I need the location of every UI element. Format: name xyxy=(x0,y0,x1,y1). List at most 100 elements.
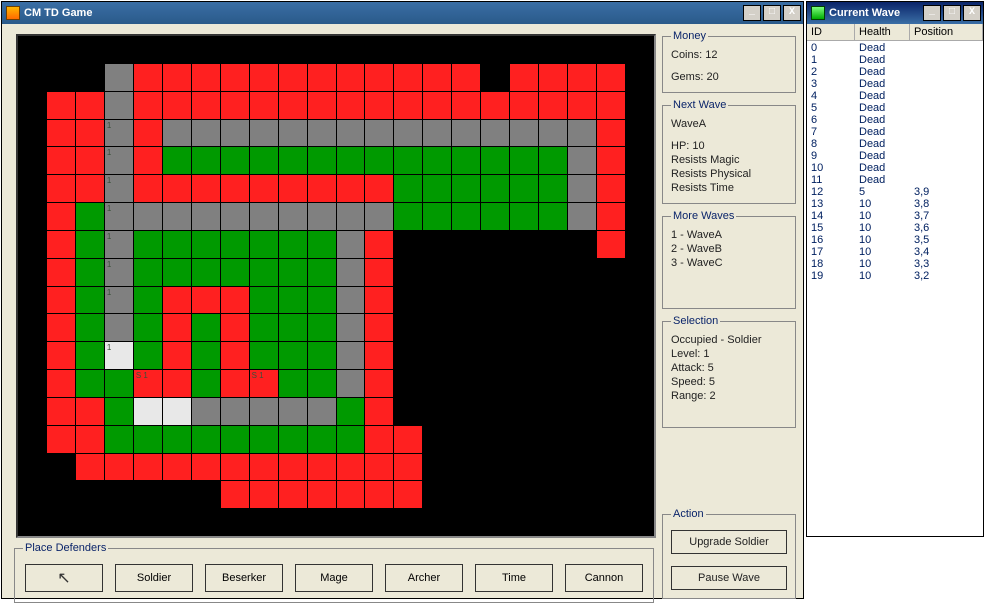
grid-cell[interactable] xyxy=(221,64,249,91)
grid-cell[interactable] xyxy=(337,454,365,481)
grid-cell[interactable] xyxy=(76,314,104,341)
grid-cell[interactable] xyxy=(163,147,191,174)
grid-cell[interactable] xyxy=(626,36,654,63)
grid-cell[interactable] xyxy=(510,175,538,202)
grid-cell[interactable] xyxy=(18,370,46,397)
grid-cell[interactable] xyxy=(192,454,220,481)
grid-cell[interactable] xyxy=(250,398,278,425)
grid-cell[interactable] xyxy=(365,370,393,397)
grid-cell[interactable] xyxy=(279,454,307,481)
grid-cell[interactable] xyxy=(539,426,567,453)
list-item[interactable]: 4Dead xyxy=(807,90,983,102)
grid-cell[interactable] xyxy=(279,342,307,369)
list-item[interactable]: 7Dead xyxy=(807,126,983,138)
grid-cell[interactable] xyxy=(18,314,46,341)
maximize-icon[interactable]: □ xyxy=(763,5,781,21)
grid-cell[interactable] xyxy=(308,370,336,397)
grid-cell[interactable] xyxy=(221,147,249,174)
grid-cell[interactable] xyxy=(163,64,191,91)
grid-cell[interactable] xyxy=(250,231,278,258)
close-icon[interactable]: X xyxy=(783,5,801,21)
grid-cell[interactable] xyxy=(423,120,451,147)
grid-cell[interactable] xyxy=(105,314,133,341)
archer-button[interactable]: Archer xyxy=(385,564,463,592)
grid-cell[interactable] xyxy=(626,147,654,174)
grid-cell[interactable] xyxy=(134,454,162,481)
grid-cell[interactable] xyxy=(568,259,596,286)
grid-cell[interactable] xyxy=(279,92,307,119)
grid-cell[interactable] xyxy=(365,175,393,202)
grid-cell[interactable] xyxy=(192,314,220,341)
grid-cell[interactable] xyxy=(76,120,104,147)
grid-cell[interactable] xyxy=(568,342,596,369)
grid-cell[interactable] xyxy=(308,314,336,341)
grid-cell[interactable] xyxy=(308,398,336,425)
grid-cell[interactable] xyxy=(47,287,75,314)
grid-cell[interactable] xyxy=(481,120,509,147)
grid-cell[interactable] xyxy=(134,342,162,369)
grid-cell[interactable] xyxy=(481,481,509,508)
grid-cell[interactable] xyxy=(597,454,625,481)
grid-cell[interactable] xyxy=(394,203,422,230)
list-item[interactable]: 1253,9 xyxy=(807,186,983,198)
close-icon[interactable]: X xyxy=(963,5,981,21)
list-item[interactable]: 13103,8 xyxy=(807,198,983,210)
grid-cell[interactable] xyxy=(134,231,162,258)
grid-cell[interactable] xyxy=(568,481,596,508)
grid-cell[interactable] xyxy=(279,370,307,397)
grid-cell[interactable] xyxy=(163,314,191,341)
grid-cell[interactable] xyxy=(597,92,625,119)
grid-cell[interactable] xyxy=(510,342,538,369)
grid-cell[interactable] xyxy=(539,231,567,258)
grid-cell[interactable] xyxy=(365,454,393,481)
grid-cell[interactable] xyxy=(539,203,567,230)
grid-cell[interactable] xyxy=(539,64,567,91)
grid-cell[interactable] xyxy=(510,481,538,508)
grid-cell[interactable] xyxy=(423,64,451,91)
grid-cell[interactable] xyxy=(134,314,162,341)
grid-cell[interactable] xyxy=(423,398,451,425)
grid-cell[interactable] xyxy=(76,147,104,174)
grid-cell[interactable] xyxy=(250,203,278,230)
grid-cell[interactable] xyxy=(626,481,654,508)
cursor-button[interactable] xyxy=(25,564,103,592)
grid-cell[interactable] xyxy=(18,147,46,174)
list-item[interactable]: 5Dead xyxy=(807,102,983,114)
grid-cell[interactable] xyxy=(337,342,365,369)
grid-cell[interactable] xyxy=(423,231,451,258)
list-item[interactable]: 10Dead xyxy=(807,162,983,174)
grid-cell[interactable] xyxy=(597,64,625,91)
grid-cell[interactable]: S 1 xyxy=(250,370,278,397)
grid-cell[interactable] xyxy=(192,426,220,453)
grid-cell[interactable] xyxy=(452,314,480,341)
grid-cell[interactable] xyxy=(221,259,249,286)
grid-cell[interactable] xyxy=(539,481,567,508)
col-health[interactable]: Health xyxy=(855,24,910,40)
grid-cell[interactable] xyxy=(510,454,538,481)
grid-cell[interactable] xyxy=(279,64,307,91)
grid-cell[interactable] xyxy=(221,426,249,453)
grid-cell[interactable] xyxy=(76,370,104,397)
grid-cell[interactable] xyxy=(221,175,249,202)
grid-cell[interactable] xyxy=(308,203,336,230)
grid-cell[interactable] xyxy=(452,509,480,536)
grid-cell[interactable] xyxy=(47,454,75,481)
list-item[interactable]: 19103,2 xyxy=(807,270,983,282)
grid-cell[interactable] xyxy=(76,203,104,230)
wave-list-header[interactable]: ID Health Position xyxy=(807,24,983,41)
grid-cell[interactable] xyxy=(365,398,393,425)
grid-cell[interactable] xyxy=(134,92,162,119)
grid-cell[interactable] xyxy=(539,36,567,63)
grid-cell[interactable] xyxy=(597,398,625,425)
grid-cell[interactable] xyxy=(134,481,162,508)
grid-cell[interactable] xyxy=(279,481,307,508)
grid-cell[interactable] xyxy=(481,175,509,202)
grid-cell[interactable] xyxy=(18,342,46,369)
grid-cell[interactable] xyxy=(18,287,46,314)
grid-cell[interactable] xyxy=(337,398,365,425)
grid-cell[interactable] xyxy=(163,120,191,147)
grid-cell[interactable] xyxy=(250,509,278,536)
mage-button[interactable]: Mage xyxy=(295,564,373,592)
grid-cell[interactable] xyxy=(76,426,104,453)
grid-cell[interactable] xyxy=(597,231,625,258)
